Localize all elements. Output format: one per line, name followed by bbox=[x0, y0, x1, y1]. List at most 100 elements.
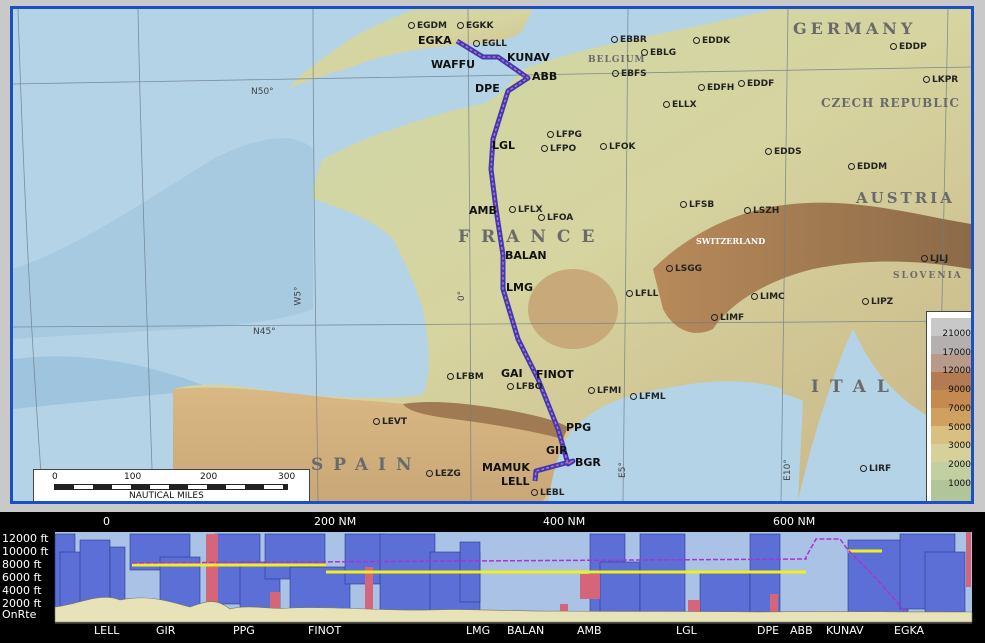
country-label-italy: ITAL bbox=[811, 377, 900, 397]
waypoint-lmg[interactable]: LMG bbox=[506, 282, 533, 294]
coord-e10: E10° bbox=[782, 459, 793, 481]
waypoint-finot[interactable]: FINOT bbox=[536, 369, 574, 381]
airport-lipz[interactable]: LIPZ bbox=[862, 297, 893, 307]
airport-lfpo[interactable]: LFPO bbox=[541, 144, 576, 154]
country-label-czech: CZECH REPUBLIC bbox=[821, 96, 960, 110]
vertical-profile[interactable]: 0 200 NM 400 NM 600 NM 12000 ft 10000 ft… bbox=[0, 512, 985, 643]
waypoint-amb[interactable]: AMB bbox=[469, 205, 497, 217]
waypoint-egka[interactable]: EGKA bbox=[418, 35, 452, 47]
airport-eddp[interactable]: EDDP bbox=[890, 42, 927, 52]
airport-lfml[interactable]: LFML bbox=[630, 392, 666, 402]
altitude-label-10000: 10000 ft bbox=[2, 545, 49, 558]
waypoint-balan[interactable]: BALAN bbox=[505, 250, 547, 262]
scale-unit: NAUTICAL MILES bbox=[129, 491, 204, 501]
altitude-label-12000: 12000 ft bbox=[2, 532, 49, 545]
legend-level-7000: 7000 bbox=[948, 404, 971, 414]
airport-ebbr[interactable]: EBBR bbox=[611, 35, 647, 45]
country-label-slovenia: SLOVENIA bbox=[893, 271, 963, 281]
scale-bar: 0 100 200 300 NAUTICAL MILES bbox=[33, 469, 310, 501]
profile-waypoint-ppg: PPG bbox=[233, 624, 255, 637]
airport-eblg[interactable]: EBLG bbox=[641, 48, 676, 58]
coord-n50: N50° bbox=[251, 87, 274, 97]
profile-waypoint-finot: FINOT bbox=[308, 624, 342, 637]
waypoint-mamuk[interactable]: MAMUK bbox=[482, 462, 530, 474]
airport-lszh[interactable]: LSZH bbox=[744, 206, 779, 216]
waypoint-lell[interactable]: LELL bbox=[501, 476, 530, 488]
airport-lfsb[interactable]: LFSB bbox=[680, 200, 714, 210]
profile-waypoint-lmg: LMG bbox=[466, 624, 491, 637]
country-label-belgium: BELGIUM bbox=[588, 55, 646, 65]
legend-level-21000: 21000 bbox=[942, 329, 971, 339]
airport-ellx[interactable]: ELLX bbox=[663, 100, 697, 110]
airport-edfh[interactable]: EDFH bbox=[698, 83, 734, 93]
waypoint-bgr[interactable]: BGR bbox=[575, 457, 601, 469]
profile-waypoint-abb: ABB bbox=[790, 624, 813, 637]
legend-level-12000: 12000 bbox=[942, 366, 971, 376]
profile-waypoint-egka: EGKA bbox=[894, 624, 925, 637]
airport-egll[interactable]: EGLL bbox=[473, 39, 507, 49]
airport-lfmi[interactable]: LFMI bbox=[588, 386, 621, 396]
elevation-legend: 21000 17000 12000 9000 7000 5000 3000 20… bbox=[926, 311, 971, 501]
country-label-switzerland: SWITZERLAND bbox=[696, 236, 766, 246]
country-label-austria: AUSTRIA bbox=[856, 189, 955, 207]
airport-egkk[interactable]: EGKK bbox=[457, 21, 493, 31]
airport-lfll[interactable]: LFLL bbox=[626, 289, 658, 299]
airport-limf[interactable]: LIMF bbox=[711, 313, 744, 323]
airport-lfbm[interactable]: LFBM bbox=[447, 372, 484, 382]
country-label-germany: GERMANY bbox=[793, 19, 917, 38]
airport-limc[interactable]: LIMC bbox=[751, 292, 785, 302]
airport-lkpr[interactable]: LKPR bbox=[923, 75, 958, 85]
waypoint-gir[interactable]: GIR bbox=[546, 445, 568, 457]
legend-level-2000: 2000 bbox=[948, 460, 971, 470]
country-label-france: FRANCE bbox=[458, 227, 606, 247]
waypoint-lgl[interactable]: LGL bbox=[492, 140, 515, 152]
altitude-label-4000: 4000 ft bbox=[2, 584, 42, 597]
scale-tick-0: 0 bbox=[52, 472, 58, 482]
distance-label-200: 200 NM bbox=[314, 515, 357, 528]
terrain-massif-central bbox=[528, 269, 618, 349]
airport-ebfs[interactable]: EBFS bbox=[612, 69, 647, 79]
country-label-spain: SPAIN bbox=[311, 455, 422, 475]
profile-waypoint-lell: LELL bbox=[94, 624, 120, 637]
distance-label-600: 600 NM bbox=[773, 515, 816, 528]
airport-lfoa[interactable]: LFOA bbox=[538, 213, 573, 223]
airport-levt[interactable]: LEVT bbox=[373, 417, 407, 427]
scale-tick-200: 200 bbox=[200, 472, 218, 482]
profile-waypoint-gir: GIR bbox=[156, 624, 176, 637]
scale-tick-100: 100 bbox=[124, 472, 142, 482]
coord-n45: N45° bbox=[253, 327, 276, 337]
legend-level-3000: 3000 bbox=[948, 441, 971, 451]
scale-tick-300: 300 bbox=[278, 472, 296, 482]
waypoint-abb[interactable]: ABB bbox=[532, 71, 557, 83]
airport-egdm[interactable]: EGDM bbox=[408, 21, 447, 31]
airport-lsgg[interactable]: LSGG bbox=[666, 264, 702, 274]
legend-level-5000: 5000 bbox=[948, 423, 971, 433]
legend-level-17000: 17000 bbox=[942, 348, 971, 358]
airport-ljlj[interactable]: LJLJ bbox=[921, 254, 948, 264]
distance-label-0: 0 bbox=[103, 515, 110, 528]
profile-waypoint-dpe: DPE bbox=[757, 624, 780, 637]
airport-eddm[interactable]: EDDM bbox=[848, 162, 887, 172]
profile-waypoint-amb: AMB bbox=[577, 624, 602, 637]
airport-eddf[interactable]: EDDF bbox=[738, 79, 774, 89]
waypoint-kunav[interactable]: KUNAV bbox=[507, 52, 550, 64]
airport-lfok[interactable]: LFOK bbox=[600, 142, 636, 152]
airport-eddk[interactable]: EDDK bbox=[693, 36, 730, 46]
map-view[interactable]: GERMANY BELGIUM CZECH REPUBLIC AUSTRIA S… bbox=[10, 6, 974, 504]
scale-bar-line bbox=[54, 484, 288, 490]
waypoint-dpe[interactable]: DPE bbox=[475, 83, 500, 95]
airport-lebl[interactable]: LEBL bbox=[531, 488, 564, 498]
waypoint-waffu[interactable]: WAFFU bbox=[431, 59, 475, 71]
waypoint-gai[interactable]: GAI bbox=[501, 368, 523, 380]
altitude-label-6000: 6000 ft bbox=[2, 571, 42, 584]
profile-waypoint-lgl: LGL bbox=[676, 624, 697, 637]
airport-edds[interactable]: EDDS bbox=[765, 147, 802, 157]
legend-level-1000: 1000 bbox=[948, 479, 971, 489]
airport-lirf[interactable]: LIRF bbox=[860, 464, 891, 474]
legend-level-9000: 9000 bbox=[948, 385, 971, 395]
coord-e5: E5° bbox=[617, 462, 628, 478]
airport-lezg[interactable]: LEZG bbox=[426, 469, 461, 479]
airport-lfpg[interactable]: LFPG bbox=[547, 130, 582, 140]
airport-lfbo[interactable]: LFBO bbox=[507, 382, 542, 392]
waypoint-ppg[interactable]: PPG bbox=[566, 422, 591, 434]
